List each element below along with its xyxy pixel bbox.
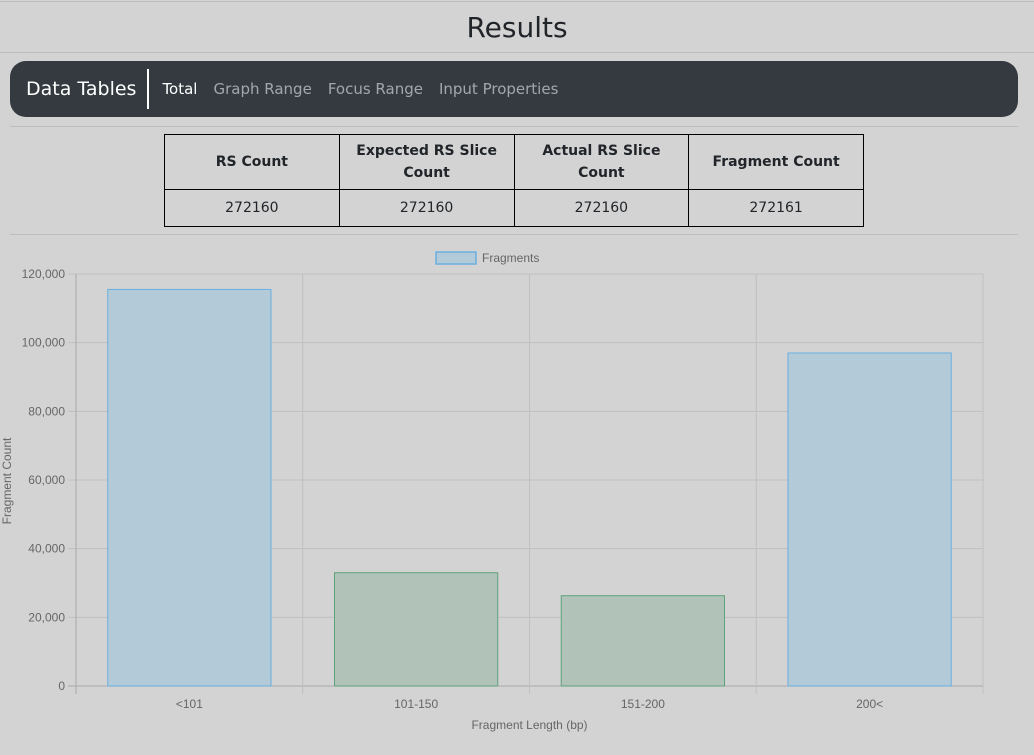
y-tick-label: 80,000: [28, 404, 65, 418]
table-row: 272160 272160 272160 272161: [164, 189, 864, 227]
cell-fragment-count: 272161: [688, 189, 864, 227]
bar-200<: [787, 352, 952, 687]
nav-items: Total Graph Range Focus Range Input Prop…: [162, 80, 574, 98]
y-tick-label: 60,000: [28, 473, 65, 487]
y-tick-label: 0: [58, 679, 65, 693]
x-tick-label: 151-200: [621, 697, 665, 711]
bar-151-200: [560, 595, 726, 687]
nav-item-focus-range[interactable]: Focus Range: [328, 80, 423, 98]
x-axis-title: Fragment Length (bp): [471, 718, 587, 732]
section-divider: [10, 126, 1018, 127]
section-divider: [10, 234, 1018, 235]
x-tick-label: 200<: [856, 697, 883, 711]
column-header-rs-count: RS Count: [164, 134, 340, 190]
page-title: Results: [466, 11, 568, 44]
legend-label: Fragments: [482, 251, 539, 265]
results-table: RS Count Expected RS Slice Count Actual …: [164, 134, 864, 227]
cell-rs-count: 272160: [164, 189, 340, 227]
nav-item-total[interactable]: Total: [162, 80, 197, 98]
data-tables-navbar: Data Tables Total Graph Range Focus Rang…: [10, 61, 1018, 117]
column-header-expected-rs-slice-count: Expected RS Slice Count: [338, 134, 515, 190]
cell-actual-rs-slice-count: 272160: [513, 189, 690, 227]
table-header-row: RS Count Expected RS Slice Count Actual …: [164, 134, 864, 190]
x-tick-label: 101-150: [394, 697, 438, 711]
y-tick-label: 40,000: [28, 542, 65, 556]
nav-item-input-properties[interactable]: Input Properties: [439, 80, 558, 98]
title-divider: [0, 52, 1034, 53]
nav-item-graph-range[interactable]: Graph Range: [213, 80, 311, 98]
navbar-brand[interactable]: Data Tables: [10, 69, 150, 109]
y-tick-label: 100,000: [22, 336, 66, 350]
y-axis-title: Fragment Count: [0, 437, 14, 524]
x-tick-label: <101: [176, 697, 203, 711]
bar-101-150: [333, 572, 499, 687]
cell-expected-rs-slice-count: 272160: [338, 189, 515, 227]
y-tick-label: 20,000: [28, 610, 65, 624]
column-header-fragment-count: Fragment Count: [688, 134, 864, 190]
y-tick-label: 120,000: [22, 267, 66, 281]
top-divider: [0, 1, 1034, 2]
column-header-actual-rs-slice-count: Actual RS Slice Count: [513, 134, 690, 190]
legend-swatch: [435, 251, 477, 265]
bar-<101: [107, 288, 272, 687]
fragment-length-chart: 0 20,000 40,000 60,000 80,000 100,000 120,000 <…: [0, 251, 984, 732]
